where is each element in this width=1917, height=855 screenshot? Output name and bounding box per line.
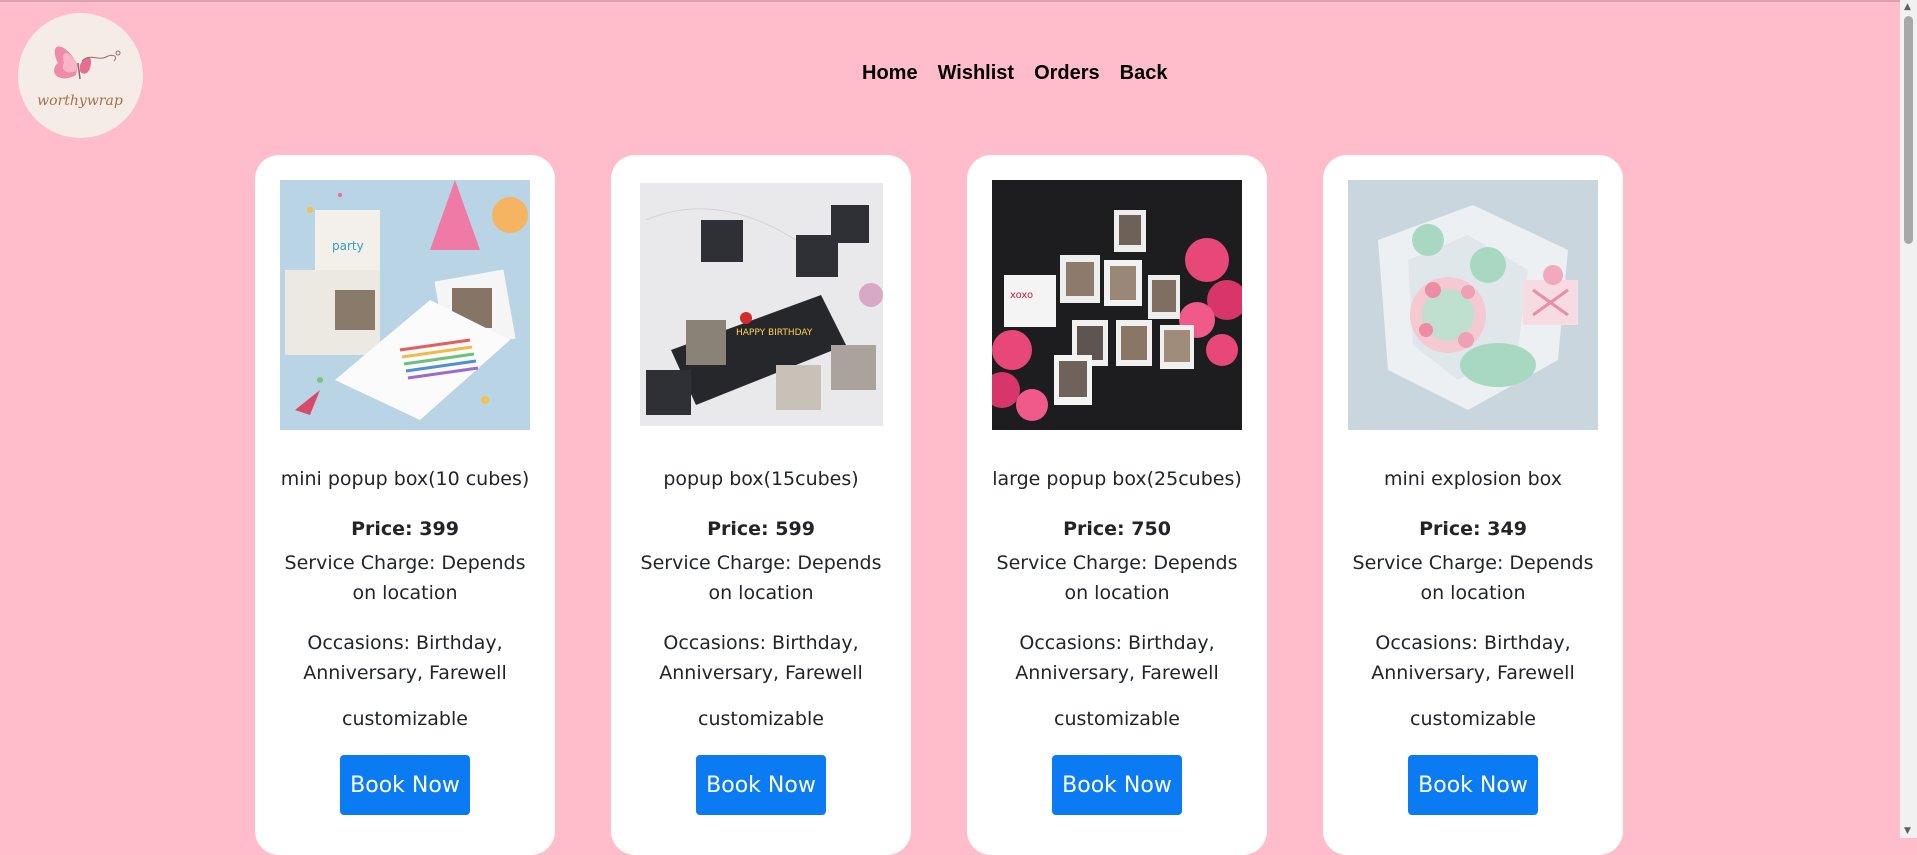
product-customizable: customizable	[1054, 708, 1180, 730]
product-name: mini explosion box	[1384, 468, 1562, 490]
product-occasions: Occasions: Birthday, Anniversary, Farewe…	[1371, 632, 1575, 684]
nav-home-link[interactable]: Home	[862, 62, 918, 85]
vertical-scrollbar[interactable]: ▲ ▼	[1900, 0, 1917, 838]
scrollbar-thumb[interactable]	[1904, 16, 1913, 244]
product-card: xoxo large popup box(25cubes) Price: 750…	[967, 155, 1267, 855]
nav-orders-link[interactable]: Orders	[1034, 62, 1100, 85]
brand-logo[interactable]: worthywrap	[18, 13, 143, 138]
product-customizable: customizable	[1410, 708, 1536, 730]
product-price: Price: 750	[1063, 518, 1171, 540]
book-now-button[interactable]: Book Now	[696, 755, 826, 815]
svg-text:HAPPY BIRTHDAY: HAPPY BIRTHDAY	[736, 328, 813, 338]
nav-wishlist-link[interactable]: Wishlist	[938, 62, 1015, 85]
main-nav: Home Wishlist Orders Back	[862, 62, 1167, 85]
product-occasions: Occasions: Birthday, Anniversary, Farewe…	[659, 632, 863, 684]
window-top-border	[0, 0, 1900, 2]
butterfly-icon: worthywrap	[37, 46, 123, 109]
product-service-charge: Service Charge: Depends on location	[640, 552, 882, 604]
product-image	[1348, 180, 1598, 430]
svg-text:party: party	[332, 239, 364, 253]
product-customizable: customizable	[342, 708, 468, 730]
product-customizable: customizable	[698, 708, 824, 730]
svg-text:xoxo: xoxo	[1010, 290, 1033, 301]
product-price: Price: 599	[707, 518, 815, 540]
product-card: mini explosion box Price: 349 Service Ch…	[1323, 155, 1623, 855]
product-occasions: Occasions: Birthday, Anniversary, Farewe…	[303, 632, 507, 684]
nav-back-link[interactable]: Back	[1120, 62, 1168, 85]
product-name: popup box(15cubes)	[663, 468, 859, 490]
product-name: large popup box(25cubes)	[992, 468, 1242, 490]
product-service-charge: Service Charge: Depends on location	[284, 552, 526, 604]
product-image: party	[280, 180, 530, 430]
scroll-up-arrow-icon[interactable]: ▲	[1904, 2, 1911, 12]
product-card: HAPPY BIRTHDAY popup box(15cubes) Price:…	[611, 155, 911, 855]
product-price: Price: 349	[1419, 518, 1527, 540]
book-now-button[interactable]: Book Now	[340, 755, 470, 815]
book-now-button[interactable]: Book Now	[1408, 755, 1538, 815]
product-price: Price: 399	[351, 518, 459, 540]
product-name: mini popup box(10 cubes)	[280, 468, 530, 490]
product-image: HAPPY BIRTHDAY	[636, 180, 886, 430]
logo-text: worthywrap	[37, 93, 123, 109]
product-service-charge: Service Charge: Depends on location	[1352, 552, 1594, 604]
product-image: xoxo	[992, 180, 1242, 430]
book-now-button[interactable]: Book Now	[1052, 755, 1182, 815]
scroll-down-arrow-icon[interactable]: ▼	[1904, 826, 1911, 836]
product-occasions: Occasions: Birthday, Anniversary, Farewe…	[1015, 632, 1219, 684]
product-card: party mini popup box(10 cubes) Price: 39…	[255, 155, 555, 855]
product-service-charge: Service Charge: Depends on location	[996, 552, 1238, 604]
